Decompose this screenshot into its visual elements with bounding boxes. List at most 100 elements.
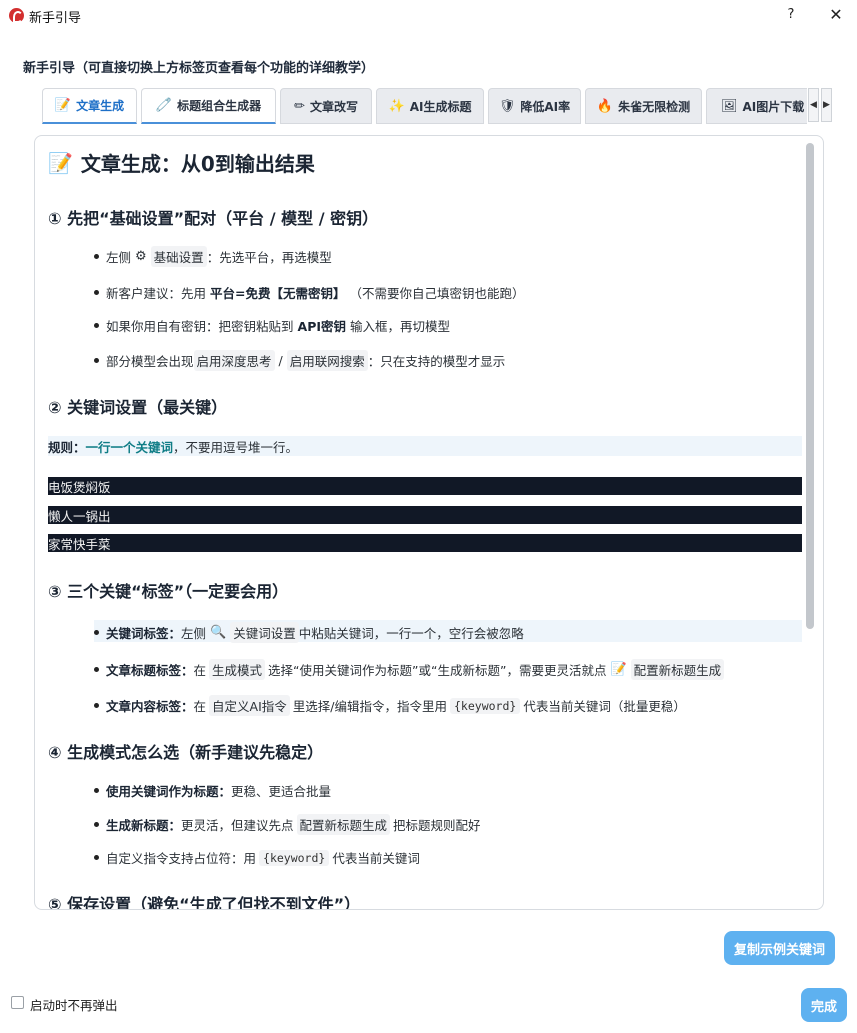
text: 更灵活，但建议先点 bbox=[181, 818, 294, 833]
list-item: 如果你用自有密钥：把密钥粘贴到 API密钥 输入框，再切模型 bbox=[94, 316, 450, 335]
inline-tag: 启用深度思考 bbox=[193, 350, 275, 371]
text: ：只在支持的模型才显示 bbox=[367, 354, 506, 369]
tab-rewrite[interactable]: ✏ 文章改写 bbox=[280, 88, 372, 124]
text: 在 bbox=[193, 663, 207, 678]
rule-note: 规则： 一行一个关键词 ，不要用逗号堆一行。 bbox=[48, 436, 802, 456]
text: 在 bbox=[193, 699, 207, 714]
clip-region: ⑤ 保存设置（避免“生成了但找不到文件”） bbox=[35, 885, 823, 909]
search-icon: 🔍 bbox=[210, 625, 227, 640]
text: 输入框，再切模型 bbox=[350, 319, 451, 334]
title-bar: 新手引导 ? ✕ bbox=[0, 0, 857, 32]
section-heading: ⑤ 保存设置（避免“生成了但找不到文件”） bbox=[48, 895, 361, 909]
done-button[interactable]: 完成 bbox=[801, 988, 847, 1022]
bold-text: API密钥 bbox=[297, 319, 347, 334]
tab-ai-title[interactable]: ✨ AI生成标题 bbox=[376, 88, 484, 124]
tab-bar: 📝 文章生成 🧷 标题组合生成器 ✏ 文章改写 ✨ AI生成标题 🛡 降低AI率… bbox=[35, 85, 807, 126]
bold-text: 文章标题标签： bbox=[106, 663, 194, 678]
content-scrollbar[interactable] bbox=[806, 143, 814, 629]
shield-icon: 🛡 bbox=[498, 98, 516, 114]
checkbox-label: 启动时不再弹出 bbox=[30, 998, 118, 1013]
text: 左侧 bbox=[181, 626, 207, 641]
image-icon: 🖼 bbox=[721, 98, 738, 114]
tab-zhuque-detect[interactable]: 🔥 朱雀无限检测 bbox=[585, 88, 702, 124]
window-title: 新手引导 bbox=[29, 11, 82, 26]
text: 自定义指令支持占位符：用 bbox=[106, 851, 257, 866]
clip-icon: 🧷 bbox=[155, 98, 173, 113]
text: 如果你用自有密钥：把密钥粘贴到 bbox=[106, 319, 294, 334]
text: （不需要你自己填密钥也能跑） bbox=[349, 286, 525, 301]
text: ：先选平台，再选模型 bbox=[206, 250, 332, 265]
pencil-icon: ✏ bbox=[294, 98, 305, 114]
tab-label: 文章改写 bbox=[309, 99, 358, 114]
highlight-text: 一行一个关键词 bbox=[85, 439, 174, 455]
tab-label: 文章生成 bbox=[76, 99, 125, 113]
text: 里选择/编辑指令，指令里用 bbox=[292, 699, 447, 714]
list-item: 关键词标签： 左侧 🔍 关键词设置 中粘贴关键词，一行一个，空行会被忽略 bbox=[94, 622, 524, 643]
text: 代表当前关键词（批量更稳） bbox=[523, 699, 686, 714]
help-button[interactable]: ? bbox=[782, 5, 800, 25]
tab-reduce-ai[interactable]: 🛡 降低AI率 bbox=[488, 88, 581, 124]
inline-tag: 启用联网搜索 bbox=[286, 350, 368, 371]
text: 新客户建议：先用 bbox=[106, 286, 207, 301]
bold-text: 生成新标题： bbox=[106, 818, 182, 833]
inline-tag: 配置新标题生成 bbox=[630, 659, 725, 680]
tab-label: 标题组合生成器 bbox=[177, 99, 262, 113]
tab-label: 朱雀无限检测 bbox=[618, 99, 691, 114]
code-line: 懒人一锅出 bbox=[48, 506, 802, 524]
list-item: 左侧 ⚙ 基础设置 ：先选平台，再选模型 bbox=[94, 246, 332, 267]
tab-label: 降低AI率 bbox=[520, 99, 571, 114]
inline-tag: 关键词设置 bbox=[230, 622, 299, 643]
fire-icon: 🔥 bbox=[596, 98, 614, 114]
text: 把标题规则配好 bbox=[393, 818, 481, 833]
text: 更稳、更适合批量 bbox=[231, 784, 332, 799]
bold-text: 使用关键词作为标题： bbox=[106, 784, 232, 799]
list-item: 文章标题标签： 在 生成模式 选择“使用关键词作为标题”或“生成新标题”，需要更… bbox=[94, 659, 725, 680]
gear-icon: ⚙ bbox=[135, 249, 147, 264]
inline-tag: 基础设置 bbox=[150, 246, 207, 267]
bold-text: 平台=免费【无需密钥】 bbox=[210, 286, 346, 301]
section-heading: ③ 三个关键“标签”（一定要会用） bbox=[48, 582, 289, 601]
list-item: 使用关键词作为标题： 更稳、更适合批量 bbox=[94, 781, 331, 800]
list-item: 文章内容标签： 在 自定义AI指令 里选择/编辑指令，指令里用 {keyword… bbox=[94, 695, 686, 716]
copy-example-keywords-button[interactable]: 复制示例关键词 bbox=[724, 931, 835, 965]
tab-scroll-left-button[interactable]: ◀ bbox=[808, 88, 819, 122]
code-inline: {keyword} bbox=[259, 849, 330, 866]
text: 部分模型会出现 bbox=[106, 354, 194, 369]
tab-label: AI生成标题 bbox=[409, 99, 472, 114]
section-heading: ② 关键词设置（最关键） bbox=[48, 398, 228, 417]
text: / bbox=[278, 353, 283, 368]
section-heading: ① 先把“基础设置”配对（平台 / 模型 / 密钥） bbox=[48, 209, 379, 228]
list-item: 部分模型会出现 启用深度思考 / 启用联网搜索 ：只在支持的模型才显示 bbox=[94, 350, 505, 371]
sparkle-icon: ✨ bbox=[388, 98, 405, 114]
page-title: 📝 文章生成：从0到输出结果 bbox=[48, 148, 315, 177]
bold-text: 规则： bbox=[48, 439, 86, 455]
list-item: 自定义指令支持占位符：用 {keyword} 代表当前关键词 bbox=[94, 848, 420, 867]
text: 中粘贴关键词，一行一个，空行会被忽略 bbox=[298, 626, 524, 641]
dont-show-on-startup-checkbox[interactable] bbox=[11, 996, 24, 1009]
inline-tag: 生成模式 bbox=[209, 659, 266, 680]
code-line: 家常快手菜 bbox=[48, 534, 802, 552]
list-item: 生成新标题： 更灵活，但建议先点 配置新标题生成 把标题规则配好 bbox=[94, 814, 481, 835]
code-line: 电饭煲焖饭 bbox=[48, 477, 802, 495]
tab-scroll-right-button[interactable]: ▶ bbox=[821, 88, 832, 122]
tab-article-generate[interactable]: 📝 文章生成 bbox=[42, 88, 137, 124]
text: ，不要用逗号堆一行。 bbox=[173, 439, 299, 455]
intro-text: 新手引导（可直接切换上方标签页查看每个功能的详细教学） bbox=[23, 61, 375, 76]
tab-ai-image-download[interactable]: 🖼 AI图片下载 bbox=[706, 88, 807, 124]
close-button[interactable]: ✕ bbox=[826, 5, 846, 25]
text: 选择“使用关键词作为标题”或“生成新标题”，需要更灵活就点 bbox=[268, 663, 607, 678]
list-item: 新客户建议：先用 平台=免费【无需密钥】 （不需要你自己填密钥也能跑） bbox=[94, 283, 525, 302]
text: 左侧 bbox=[106, 250, 132, 265]
bold-text: 文章内容标签： bbox=[106, 699, 194, 714]
inline-tag: 自定义AI指令 bbox=[209, 695, 290, 716]
inline-tag: 配置新标题生成 bbox=[296, 814, 391, 835]
notepad-icon: 📝 bbox=[48, 150, 73, 175]
tab-label: AI图片下载 bbox=[742, 99, 805, 114]
page-title-text: 文章生成：从0到输出结果 bbox=[80, 152, 315, 176]
tab-title-combo[interactable]: 🧷 标题组合生成器 bbox=[141, 88, 276, 124]
notepad-icon: 📝 bbox=[610, 662, 627, 677]
notepad-icon: 📝 bbox=[54, 98, 72, 113]
bold-text: 关键词标签： bbox=[106, 626, 182, 641]
app-logo-icon bbox=[9, 8, 24, 23]
section-heading: ④ 生成模式怎么选（新手建议先稳定） bbox=[48, 743, 324, 762]
